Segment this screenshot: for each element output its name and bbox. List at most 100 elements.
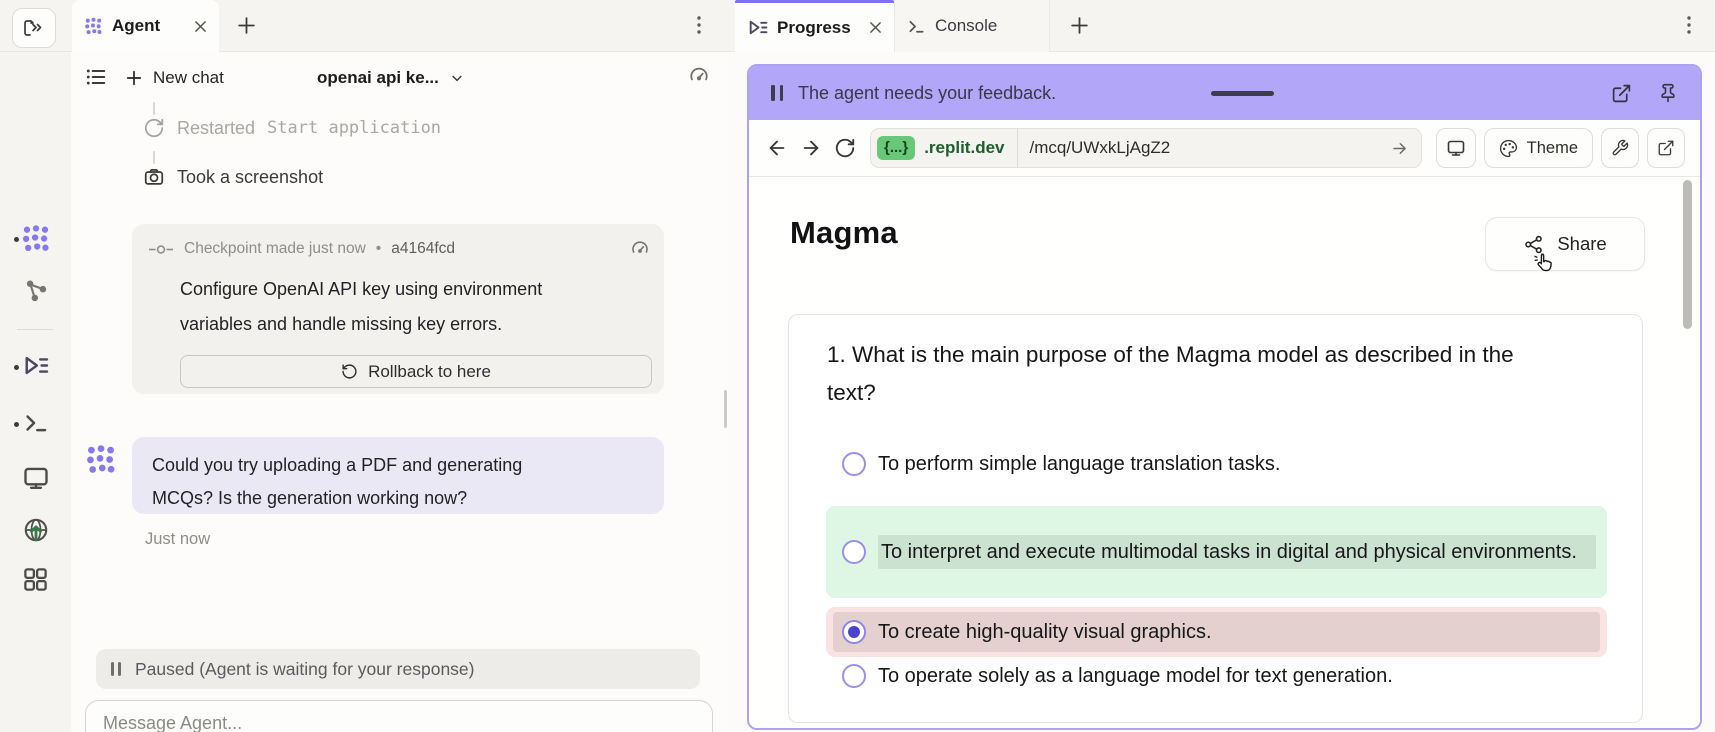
option-row-1[interactable]: To perform simple language translation t… xyxy=(826,442,1607,486)
restart-icon xyxy=(143,117,165,139)
wrench-icon xyxy=(1611,139,1629,157)
message-timestamp: Just now xyxy=(145,530,210,549)
rail-divider xyxy=(17,329,53,330)
file-tree-toggle-button[interactable] xyxy=(12,8,56,48)
option-row-4[interactable]: To operate solely as a language model fo… xyxy=(826,654,1607,698)
tab-agent[interactable]: Agent xyxy=(72,0,219,52)
web-page-content: Magma Share xyxy=(749,177,1700,730)
refresh-button[interactable] xyxy=(832,135,858,161)
replit-workspace: Agent Progress Console xyxy=(0,0,1715,732)
checkpoint-gauge-icon[interactable] xyxy=(630,238,650,258)
back-button[interactable] xyxy=(764,135,790,161)
workflow-graph-icon xyxy=(22,277,49,304)
radio-unselected[interactable] xyxy=(842,540,866,564)
agent-icon xyxy=(84,17,103,36)
close-tab-icon[interactable] xyxy=(194,20,207,33)
chevron-down-icon xyxy=(449,70,465,86)
terminal-icon xyxy=(907,17,926,36)
url-host: .replit.dev xyxy=(924,138,1004,158)
radio-unselected[interactable] xyxy=(842,664,866,688)
external-link-icon xyxy=(1657,139,1675,157)
close-tab-icon[interactable] xyxy=(869,21,882,34)
monitor-icon xyxy=(22,464,50,492)
folder-chevrons-icon xyxy=(22,16,46,40)
sidebar-item-progress[interactable] xyxy=(0,352,71,379)
user-message-bubble: Could you try uploading a PDF and genera… xyxy=(132,437,664,514)
pause-icon xyxy=(771,85,783,101)
grid-icon xyxy=(22,566,49,593)
checkpoint-description: Configure OpenAI API key using environme… xyxy=(180,272,610,342)
new-tab-button-right[interactable] xyxy=(1069,15,1090,36)
terminal-icon xyxy=(23,410,49,436)
open-in-chat-icon[interactable] xyxy=(1611,83,1632,104)
settings-tools-button[interactable] xyxy=(1601,128,1639,168)
pin-icon[interactable] xyxy=(1658,83,1678,104)
sidebar-item-shell[interactable] xyxy=(0,410,71,436)
message-composer[interactable] xyxy=(85,700,713,732)
option-label: To create high-quality visual graphics. xyxy=(878,618,1212,646)
radio-unselected[interactable] xyxy=(842,452,866,476)
option-label: To perform simple language translation t… xyxy=(878,450,1280,478)
sidebar-item-apps[interactable] xyxy=(0,566,71,593)
url-path: /mcq/UWxkLjAgZ2 xyxy=(1030,138,1171,158)
usage-gauge-icon[interactable] xyxy=(688,64,710,86)
checkpoint-meta: Checkpoint made just now xyxy=(184,240,366,258)
new-tab-button-left[interactable] xyxy=(236,15,257,36)
left-icon-rail xyxy=(0,52,71,732)
tab-agent-label: Agent xyxy=(112,16,160,36)
option-row-2[interactable]: To interpret and execute multimodal task… xyxy=(826,506,1607,598)
share-button-label: Share xyxy=(1557,233,1606,255)
banner-drag-handle[interactable] xyxy=(1211,91,1274,96)
event-prefix: Restarted xyxy=(177,118,255,139)
devtools-button[interactable] xyxy=(1436,128,1476,168)
user-message-text: Could you try uploading a PDF and genera… xyxy=(152,449,572,515)
agent-status-label: Paused (Agent is waiting for your respon… xyxy=(135,659,474,680)
tab-progress[interactable]: Progress xyxy=(735,0,894,52)
sidebar-item-workflows[interactable] xyxy=(0,277,71,304)
rollback-button[interactable]: Rollback to here xyxy=(180,355,652,388)
plus-icon xyxy=(125,69,143,87)
url-bar[interactable]: {...} .replit.dev /mcq/UWxkLjAgZ2 xyxy=(870,128,1422,168)
event-screenshot: Took a screenshot xyxy=(143,163,323,191)
left-panel-scrollbar[interactable] xyxy=(724,390,727,428)
browser-toolbar: {...} .replit.dev /mcq/UWxkLjAgZ2 xyxy=(749,120,1700,177)
agent-panel: New chat openai api ke... Restarted Star… xyxy=(71,52,728,732)
checkpoint-card: Checkpoint made just now • a4164fcd Conf… xyxy=(132,224,664,394)
forward-button[interactable] xyxy=(798,135,824,161)
preview-panel: The agent needs your feedback. xyxy=(728,52,1715,732)
theme-button[interactable]: Theme xyxy=(1484,128,1593,168)
rollback-label: Rollback to here xyxy=(368,362,491,382)
tab-progress-label: Progress xyxy=(777,18,851,38)
agent-avatar xyxy=(85,444,117,476)
page-title: Magma xyxy=(790,215,898,251)
option-label: To operate solely as a language model fo… xyxy=(878,662,1393,690)
checkpoint-bullet: • xyxy=(376,240,381,258)
feedback-banner: The agent needs your feedback. xyxy=(749,66,1700,120)
left-panel-menu-button[interactable] xyxy=(690,14,708,36)
host-badge: {...} xyxy=(877,136,915,160)
progress-icon xyxy=(747,17,768,38)
checkpoint-hash: a4164fcd xyxy=(391,240,455,258)
new-chat-button[interactable]: New chat xyxy=(125,62,224,94)
event-command: Start application xyxy=(267,118,441,138)
question-text: 1. What is the main purpose of the Magma… xyxy=(827,336,1562,412)
message-input[interactable] xyxy=(86,701,712,732)
right-panel-menu-button[interactable] xyxy=(1680,14,1698,36)
open-external-button[interactable] xyxy=(1647,128,1685,168)
theme-label: Theme xyxy=(1527,139,1578,158)
radio-selected[interactable] xyxy=(842,620,866,644)
sidebar-item-agent[interactable] xyxy=(0,224,71,254)
tab-console[interactable]: Console xyxy=(894,0,1050,52)
chat-list-icon xyxy=(85,66,107,88)
option-row-3[interactable]: To create high-quality visual graphics. xyxy=(826,607,1607,657)
agent-status-bar: Paused (Agent is waiting for your respon… xyxy=(96,649,700,689)
pause-icon xyxy=(111,662,121,676)
chat-title-selector[interactable]: openai api ke... xyxy=(317,62,465,94)
webview-frame: The agent needs your feedback. xyxy=(747,64,1702,730)
chat-history-button[interactable] xyxy=(85,66,107,88)
go-arrow-icon[interactable] xyxy=(1390,139,1409,158)
sidebar-item-webview[interactable] xyxy=(0,464,71,492)
webview-scrollbar[interactable] xyxy=(1683,180,1692,329)
sidebar-item-publish[interactable] xyxy=(0,516,71,544)
share-button[interactable]: Share xyxy=(1485,217,1645,271)
